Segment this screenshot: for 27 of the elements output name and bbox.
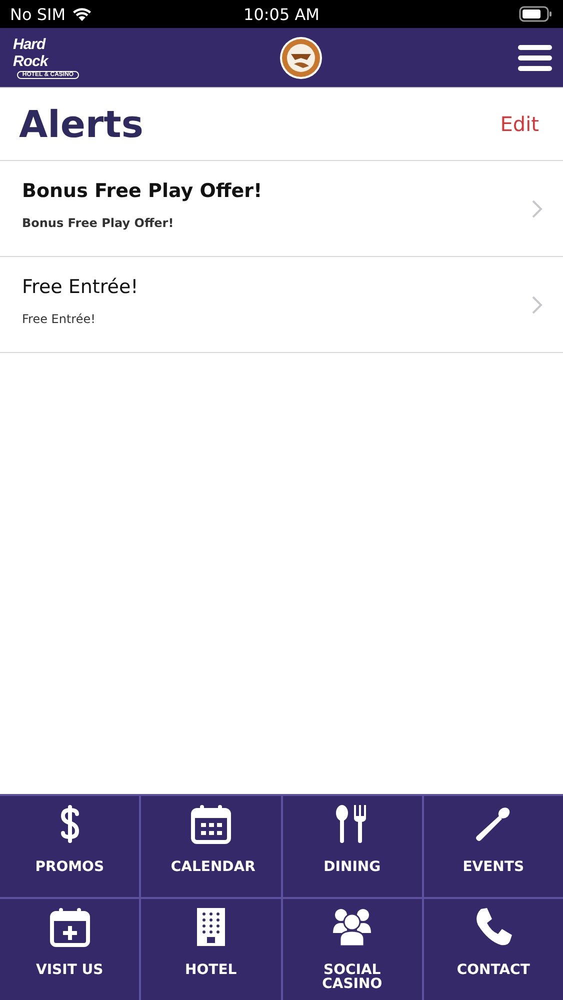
menu-icon[interactable] [518,44,552,72]
nav-tile[interactable]: EVENTS [424,796,563,897]
nav-tile[interactable]: VISIT US [0,899,140,1000]
nav-tile[interactable]: CONTACT [424,899,563,1000]
people-icon [332,907,372,947]
chevron-icon [531,198,543,218]
calendar-icon [190,804,231,844]
nav-tile[interactable]: SOCIAL CASINO [282,899,422,1000]
alert-message: Bonus Free Play Offer! [22,216,175,230]
alert-title: Bonus Free Play Offer! [22,180,262,202]
nav-tile[interactable]: CALENDAR [141,796,280,897]
carrier-label: No SIM [10,4,66,24]
alert-title: Free Entrée! [22,276,138,298]
battery-icon [518,6,553,22]
nav-tile[interactable]: DINING [282,796,422,897]
clock-time: 10:05 AM [244,4,320,24]
seal-icon [278,36,322,80]
wifi-icon [72,6,92,22]
alert-row[interactable]: Free Entrée! Free Entrée! [0,257,563,353]
nav-tile[interactable]: PROMOS [0,796,140,897]
alert-row[interactable]: Bonus Free Play Offer! Bonus Free Play Offer! [0,161,563,257]
alert-message: Free Entrée! [22,312,96,326]
edit-button[interactable]: Edit [500,112,539,136]
nav-tile[interactable]: HOTEL [141,899,280,1000]
page-title: Alerts [19,102,144,146]
calendar-plus-icon [50,907,90,947]
chevron-icon [531,294,543,314]
